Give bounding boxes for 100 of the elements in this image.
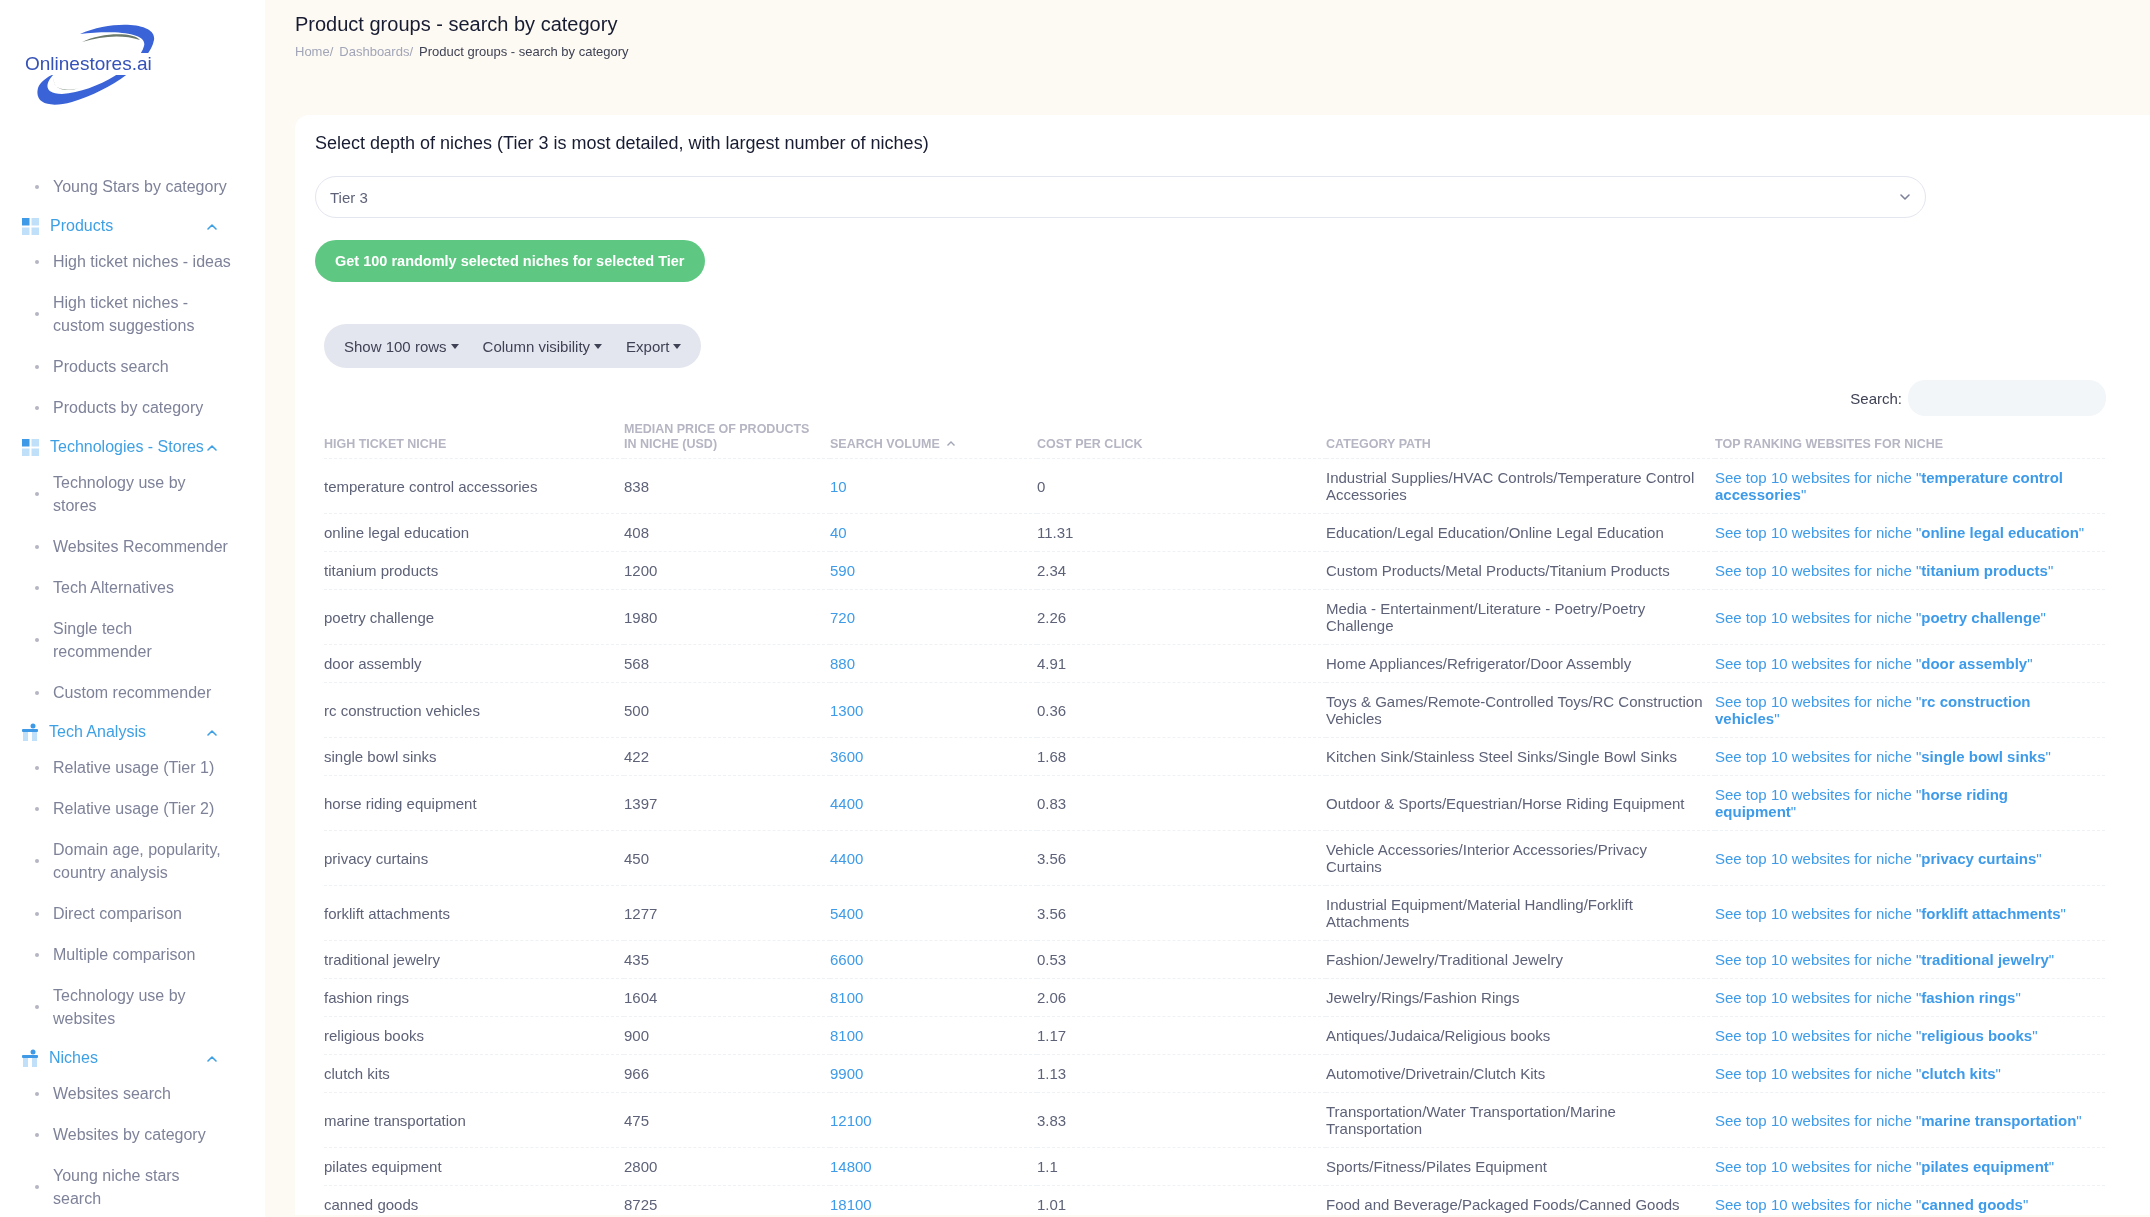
websites-link[interactable]: See top 10 websites for niche "titanium products" <box>1715 562 2093 579</box>
sidebar-item[interactable]: Products search <box>53 355 231 378</box>
websites-link[interactable]: See top 10 websites for niche "poetry challenge" <box>1715 608 2093 626</box>
sidebar-item[interactable]: Websites Recommender <box>53 535 231 558</box>
sidebar-section[interactable]: Tech Analysis <box>49 723 206 741</box>
websites-link[interactable]: See top 10 websites for niche "fashion rings" <box>1715 989 2093 1006</box>
websites-link[interactable]: See top 10 websites for niche "pilates equipment" <box>1715 1158 2093 1175</box>
section-heading: Select depth of niches (Tier 3 is most detailed, with largest number of niches) <box>315 133 930 154</box>
search-volume-link[interactable]: 14800 <box>830 1158 1025 1175</box>
toolbar-dropdown-button[interactable]: Show 100 rows <box>332 324 471 368</box>
chevron-up-icon[interactable] <box>206 444 218 452</box>
column-header[interactable]: HIGH TICKET NICHE <box>324 437 447 452</box>
websites-link[interactable]: See top 10 websites for niche "door assembly" <box>1715 655 2093 672</box>
table-cell-text: 0.83 <box>1037 794 1068 812</box>
chevron-up-icon[interactable] <box>206 1055 218 1063</box>
websites-link[interactable]: See top 10 websites for niche "temperature control accessories" <box>1715 469 2093 503</box>
sidebar-item[interactable]: Multiple comparison <box>53 943 231 966</box>
sidebar-section[interactable]: Technologies - Stores <box>50 438 206 456</box>
search-volume-link[interactable]: 8100 <box>830 989 1025 1006</box>
toolbar-dropdown-button[interactable]: Column visibility <box>470 324 615 368</box>
chevron-up-icon[interactable] <box>206 223 218 231</box>
sidebar-item[interactable]: Relative usage (Tier 1) <box>53 756 231 779</box>
sidebar-item[interactable]: Young Stars by category <box>53 175 231 198</box>
column-header[interactable]: SEARCH VOLUME <box>830 437 940 452</box>
websites-link[interactable]: See top 10 websites for niche "rc construction vehicles" <box>1715 693 2093 727</box>
sidebar-item[interactable]: Single tech recommender <box>53 617 231 663</box>
sidebar-item[interactable]: Custom recommender <box>53 681 231 704</box>
table-cell-text: 1200 <box>624 562 659 579</box>
search-volume-link[interactable]: 12100 <box>830 1111 1025 1129</box>
search-volume-link[interactable]: 880 <box>830 655 1025 672</box>
search-volume-link[interactable]: 5400 <box>830 904 1025 922</box>
websites-link[interactable]: See top 10 websites for niche "religious books" <box>1715 1027 2093 1044</box>
column-header[interactable]: TOP RANKING WEBSITES FOR NICHE <box>1715 437 1944 452</box>
table-cell-text: 838 <box>624 477 651 495</box>
sidebar-item[interactable]: Young niche stars search <box>53 1164 231 1210</box>
websites-link[interactable]: See top 10 websites for niche "traditional jewelry" <box>1715 951 2093 968</box>
table-cell-text: pilates equipment <box>324 1158 443 1175</box>
table-cell-text: 900 <box>624 1027 651 1044</box>
column-header[interactable]: MEDIAN PRICE OF PRODUCTS IN NICHE (USD) <box>624 422 818 452</box>
sidebar-item[interactable]: Tech Alternatives <box>53 576 231 599</box>
websites-link[interactable]: See top 10 websites for niche "online legal education" <box>1715 524 2093 541</box>
search-volume-link[interactable]: 4400 <box>830 794 1025 812</box>
search-volume-link[interactable]: 18100 <box>830 1196 1025 1213</box>
breadcrumb-item[interactable]: Dashboards/ <box>339 44 413 59</box>
bullet-icon <box>35 1091 39 1096</box>
websites-link[interactable]: See top 10 websites for niche "canned goods" <box>1715 1196 2093 1213</box>
search-volume-link[interactable]: 10 <box>830 477 1025 495</box>
column-header[interactable]: COST PER CLICK <box>1037 437 1143 452</box>
caret-icon <box>673 343 682 349</box>
websites-link[interactable]: See top 10 websites for niche "single bowl sinks" <box>1715 748 2093 765</box>
bullet-icon <box>35 638 39 642</box>
sidebar-item[interactable]: Relative usage (Tier 2) <box>53 797 231 820</box>
column-header[interactable]: CATEGORY PATH <box>1326 437 1431 452</box>
page-title: Product groups - search by category <box>295 13 619 36</box>
websites-link[interactable]: See top 10 websites for niche "privacy curtains" <box>1715 849 2093 867</box>
table-cell-text: Industrial Equipment/Material Handling/Forklift Attachments <box>1326 896 1634 930</box>
random-niches-button[interactable]: Get 100 randomly selected niches for selected Tier <box>315 240 705 282</box>
search-volume-link[interactable]: 8100 <box>830 1027 1025 1044</box>
logo-text[interactable]: Onlinestores.ai <box>23 53 154 75</box>
table-cell-text: 1980 <box>624 608 659 626</box>
search-volume-link[interactable]: 1300 <box>830 701 1025 719</box>
search-volume-link[interactable]: 9900 <box>830 1065 1025 1082</box>
websites-link[interactable]: See top 10 websites for niche "horse riding equipment" <box>1715 786 2093 820</box>
search-volume-link[interactable]: 3600 <box>830 748 1025 765</box>
sort-ascending-icon[interactable] <box>945 440 956 447</box>
table-cell-text: 568 <box>624 655 651 672</box>
table-cell-text: Outdoor & Sports/Equestrian/Horse Riding Equipment <box>1326 794 1686 812</box>
bullet-icon <box>35 544 39 549</box>
table-cell-text: Sports/Fitness/Pilates Equipment <box>1326 1158 1548 1175</box>
sidebar-section[interactable]: Products <box>50 217 206 235</box>
table-cell-text: Education/Legal Education/Online Legal Education <box>1326 524 1665 541</box>
chevron-down-icon[interactable] <box>1899 193 1911 201</box>
search-volume-link[interactable]: 4400 <box>830 849 1025 867</box>
sidebar-item[interactable]: Domain age, popularity, country analysis <box>53 838 231 884</box>
sidebar-item[interactable]: Websites by category <box>53 1123 231 1146</box>
sidebar-item[interactable]: Technology use by stores <box>53 471 231 517</box>
websites-link[interactable]: See top 10 websites for niche "forklift attachments" <box>1715 904 2093 922</box>
sidebar-section[interactable]: Niches <box>49 1049 206 1067</box>
breadcrumb-item[interactable]: Home/ <box>295 44 334 59</box>
sidebar-item[interactable]: High ticket niches - custom suggestions <box>53 291 231 337</box>
toolbar-dropdown-button[interactable]: Export <box>614 324 694 368</box>
search-volume-link[interactable]: 720 <box>830 608 1025 626</box>
bullet-icon <box>35 585 39 590</box>
sidebar-item[interactable]: Direct comparison <box>53 902 231 925</box>
sidebar-item[interactable]: Websites search <box>53 1082 231 1105</box>
sidebar-item[interactable]: Technology use by websites <box>53 984 231 1030</box>
table-cell-text: 1277 <box>624 904 659 922</box>
caret-icon <box>450 343 459 349</box>
table-cell-text: 966 <box>624 1065 651 1082</box>
search-volume-link[interactable]: 6600 <box>830 951 1025 968</box>
breadcrumb-item: Product groups - search by category <box>419 44 629 59</box>
bullet-icon <box>35 952 39 957</box>
search-volume-link[interactable]: 590 <box>830 562 1025 579</box>
sidebar-item[interactable]: Products by category <box>53 396 231 419</box>
search-volume-link[interactable]: 40 <box>830 524 1025 541</box>
bullet-icon <box>35 1185 39 1189</box>
websites-link[interactable]: See top 10 websites for niche "marine transportation" <box>1715 1111 2093 1129</box>
chevron-up-icon[interactable] <box>206 729 218 737</box>
websites-link[interactable]: See top 10 websites for niche "clutch kits" <box>1715 1065 2093 1082</box>
sidebar-item[interactable]: High ticket niches - ideas <box>53 250 231 273</box>
